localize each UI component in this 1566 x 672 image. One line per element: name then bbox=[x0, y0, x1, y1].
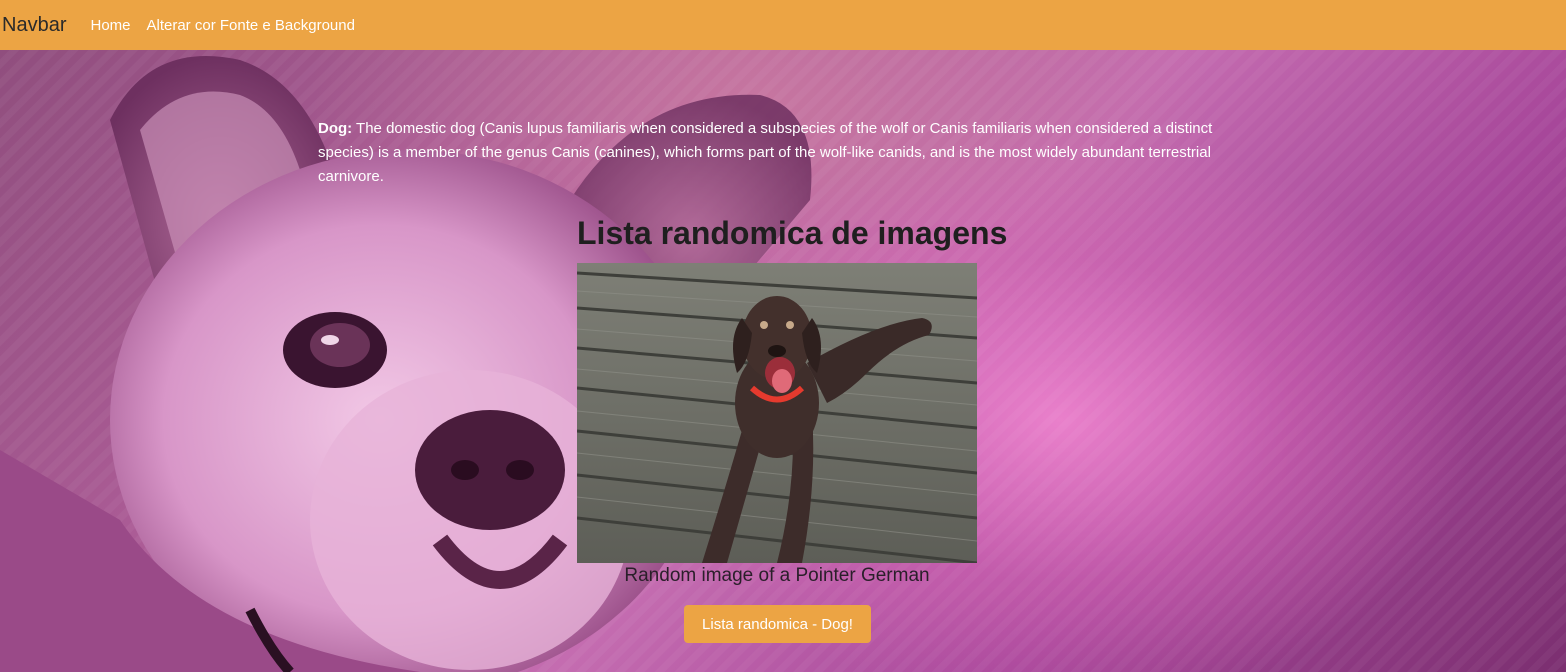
random-list-button[interactable]: Lista randomica - Dog! bbox=[684, 605, 871, 643]
description-text: The domestic dog (Canis lupus familiaris… bbox=[318, 120, 1213, 185]
nav-link-home[interactable]: Home bbox=[90, 17, 130, 34]
gallery-title: Lista randomica de imagens bbox=[577, 215, 1008, 251]
description-label: Dog: bbox=[318, 120, 353, 137]
description-block: Dog: The domestic dog (Canis lupus famil… bbox=[318, 117, 1218, 189]
navbar: Navbar Home Alterar cor Fonte e Backgrou… bbox=[0, 0, 1566, 50]
random-dog-image bbox=[577, 263, 977, 563]
nav-link-alterar-cor[interactable]: Alterar cor Fonte e Background bbox=[147, 17, 355, 34]
navbar-brand[interactable]: Navbar bbox=[2, 14, 66, 37]
image-caption: Random image of a Pointer German bbox=[624, 565, 930, 586]
dog-description: Dog: The domestic dog (Canis lupus famil… bbox=[318, 117, 1218, 189]
